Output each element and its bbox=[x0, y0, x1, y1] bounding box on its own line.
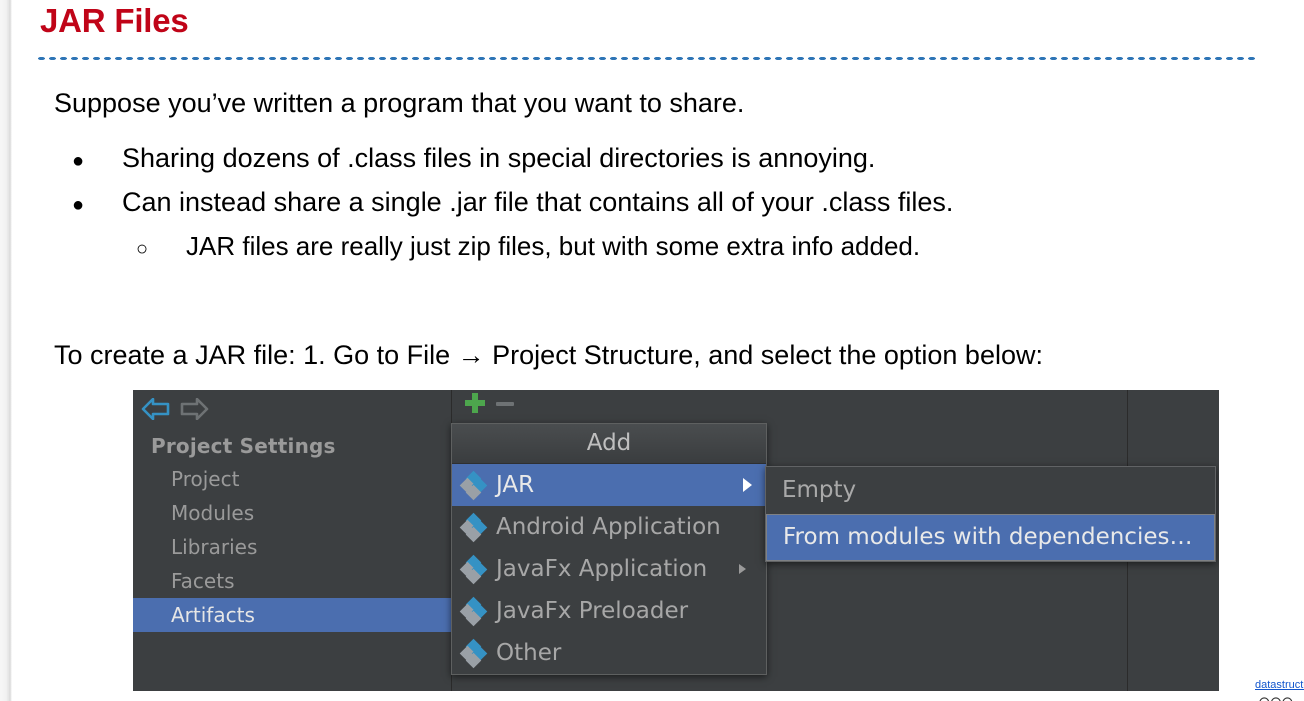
add-popup-menu: Add JAR Android Application JavaFx Appli… bbox=[451, 423, 767, 675]
list-item: ● Can instead share a single .jar file t… bbox=[72, 187, 953, 217]
menu-item-label: JavaFx Application bbox=[496, 556, 707, 582]
menu-item-label: Android Application bbox=[496, 514, 721, 540]
list-item: ● Sharing dozens of .class files in spec… bbox=[72, 143, 875, 173]
sidebar-item-facets[interactable]: Facets bbox=[133, 564, 451, 598]
ide-sidebar: Project Settings Project Modules Librari… bbox=[133, 390, 452, 691]
list-item-label: Sharing dozens of .class files in specia… bbox=[122, 143, 875, 173]
lead-paragraph: Suppose you’ve written a program that yo… bbox=[54, 88, 744, 118]
slide-canvas: JAR Files Suppose you’ve written a progr… bbox=[0, 0, 1304, 701]
artifact-diamond-icon bbox=[462, 557, 486, 581]
title-divider bbox=[36, 56, 1258, 61]
footer-glyph-icon: ⊙⊙⊙ bbox=[1258, 693, 1293, 701]
menu-item-label: JavaFx Preloader bbox=[496, 598, 688, 624]
bullet-marker-icon: ● bbox=[72, 150, 122, 173]
menu-item-android-application[interactable]: Android Application bbox=[452, 506, 766, 548]
list-item-label: Can instead share a single .jar file tha… bbox=[122, 187, 953, 217]
artifact-diamond-icon bbox=[462, 473, 486, 497]
list-item: ○ JAR files are really just zip files, b… bbox=[136, 231, 920, 261]
plus-icon[interactable] bbox=[464, 392, 486, 418]
chevron-right-icon bbox=[739, 564, 746, 574]
artifact-diamond-icon bbox=[462, 515, 486, 539]
menu-item-label: JAR bbox=[496, 472, 534, 498]
sidebar-item-libraries[interactable]: Libraries bbox=[133, 530, 451, 564]
list-item-label: JAR files are really just zip files, but… bbox=[186, 231, 920, 261]
submenu-item-from-modules-with-dependencies[interactable]: From modules with dependencies… bbox=[766, 514, 1215, 561]
artifacts-toolbar bbox=[452, 390, 1219, 416]
page-title: JAR Files bbox=[40, 2, 189, 40]
bullet-marker-icon: ○ bbox=[136, 238, 186, 261]
footer-link[interactable]: datastructu bbox=[1255, 679, 1304, 691]
sidebar-item-modules[interactable]: Modules bbox=[133, 496, 451, 530]
instruction-paragraph: To create a JAR file: 1. Go to File → Pr… bbox=[54, 340, 1043, 370]
menu-item-other[interactable]: Other bbox=[452, 632, 766, 674]
artifact-diamond-icon bbox=[462, 641, 486, 665]
jar-submenu: Empty From modules with dependencies… bbox=[765, 466, 1216, 562]
sidebar-item-artifacts[interactable]: Artifacts bbox=[133, 598, 451, 632]
menu-item-label: Other bbox=[496, 640, 561, 666]
sidebar-heading: Project Settings bbox=[133, 432, 451, 462]
chevron-right-icon bbox=[743, 478, 752, 492]
submenu-item-empty[interactable]: Empty bbox=[766, 467, 1215, 514]
ide-nav-toolbar bbox=[133, 390, 451, 426]
bullet-marker-icon: ● bbox=[72, 194, 122, 217]
slide-left-gutter bbox=[0, 0, 14, 701]
arrow-right-icon bbox=[179, 398, 209, 424]
sidebar-item-project[interactable]: Project bbox=[133, 462, 451, 496]
arrow-left-icon[interactable] bbox=[141, 398, 171, 424]
project-settings-tree: Project Settings Project Modules Librari… bbox=[133, 432, 451, 632]
artifact-diamond-icon bbox=[462, 599, 486, 623]
menu-item-javafx-application[interactable]: JavaFx Application bbox=[452, 548, 766, 590]
menu-item-jar[interactable]: JAR bbox=[452, 464, 766, 506]
add-popup-title: Add bbox=[452, 424, 766, 464]
minus-icon bbox=[496, 402, 514, 406]
menu-item-javafx-preloader[interactable]: JavaFx Preloader bbox=[452, 590, 766, 632]
ide-screenshot: Project Settings Project Modules Librari… bbox=[133, 390, 1219, 691]
